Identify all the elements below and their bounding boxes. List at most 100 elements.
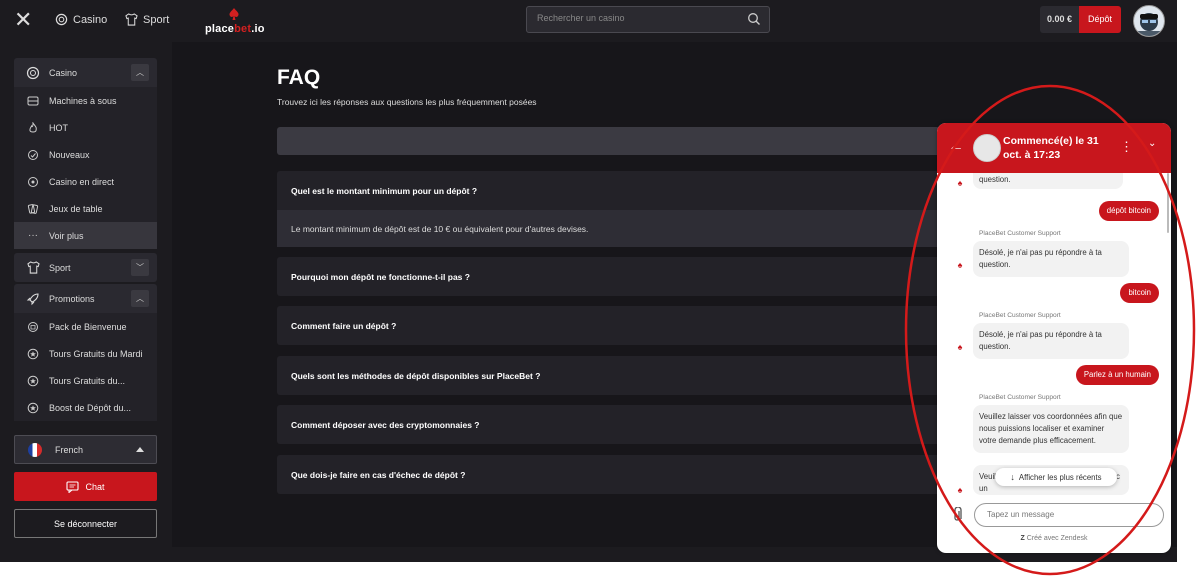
star-icon <box>26 347 40 361</box>
agent-message: question. <box>973 173 1123 189</box>
chevron-up-icon[interactable]: ︿ <box>131 290 149 307</box>
sidebar-item-table-games[interactable]: Jeux de table <box>14 195 157 222</box>
sidebar-item-label: Sport <box>49 262 71 273</box>
ellipsis-icon: ··· <box>28 230 38 241</box>
casino-chip-icon <box>26 66 40 80</box>
casino-chip-icon <box>55 13 68 26</box>
sidebar-item-label: Machines à sous <box>49 95 117 106</box>
user-message: Parlez à un humain <box>1075 365 1159 385</box>
sidebar-item-slots[interactable]: Machines à sous <box>14 87 157 114</box>
language-label: French <box>55 444 84 455</box>
placebet-spade-icon: ♠ <box>953 340 967 354</box>
star-icon <box>26 374 40 388</box>
sidebar-item-free-spins[interactable]: Tours Gratuits du... <box>14 367 157 394</box>
sidebar-item-sport[interactable]: Sport ﹀ <box>14 253 157 282</box>
caret-up-icon <box>136 447 144 452</box>
faq-answer: Le montant minimum de dépôt est de 10 € … <box>277 210 977 247</box>
live-casino-icon <box>26 175 40 189</box>
faq-question[interactable]: Comment faire un dépôt ? <box>277 306 977 345</box>
nav-casino-link[interactable]: Casino <box>55 13 107 26</box>
chat-scrollbar[interactable] <box>1167 173 1169 233</box>
chat-button-label: Chat <box>85 481 105 492</box>
agent-name-label: PlaceBet Customer Support <box>979 230 1061 237</box>
chat-button[interactable]: Chat <box>14 472 157 501</box>
nav-sport-link[interactable]: Sport <box>125 13 169 26</box>
sidebar-item-new[interactable]: Nouveaux <box>14 141 157 168</box>
chat-message-list[interactable]: question. ♠ dépôt bitcoin PlaceBet Custo… <box>937 173 1171 497</box>
page-title: FAQ <box>277 66 321 89</box>
avatar-icon <box>1137 13 1161 36</box>
rocket-icon <box>26 292 40 306</box>
casino-search-box[interactable] <box>526 6 770 33</box>
faq-question[interactable]: Quels sont les méthodes de dépôt disponi… <box>277 356 977 395</box>
user-message: bitcoin <box>1120 283 1159 303</box>
faq-question[interactable]: Quel est le montant minimum pour un dépô… <box>277 171 977 210</box>
slot-machine-icon <box>26 94 40 108</box>
more-options-icon[interactable]: ⋮ <box>1120 139 1133 155</box>
sidebar-item-promotions[interactable]: Promotions ︿ <box>14 284 157 313</box>
agent-name-label: PlaceBet Customer Support <box>979 312 1061 319</box>
sidebar-item-label: HOT <box>49 122 68 133</box>
page-subtitle: Trouvez ici les réponses aux questions l… <box>277 97 537 107</box>
star-icon <box>26 401 40 415</box>
chevron-up-icon[interactable]: ︿ <box>131 64 149 81</box>
gift-icon <box>26 320 40 334</box>
chat-message-input[interactable] <box>985 509 1154 520</box>
flame-icon <box>26 121 40 135</box>
faq-search-bar[interactable] <box>277 127 977 155</box>
sidebar-item-see-more[interactable]: ··· Voir plus <box>14 222 157 249</box>
sidebar-item-hot[interactable]: HOT <box>14 114 157 141</box>
sidebar-item-live-casino[interactable]: Casino en direct <box>14 168 157 195</box>
sidebar-item-label: Nouveaux <box>49 149 90 160</box>
top-bar: ✕ Casino Sport placebet.io 0.00 € Dépôt <box>0 0 1177 42</box>
sidebar-item-label: Pack de Bienvenue <box>49 321 127 332</box>
user-avatar[interactable] <box>1133 5 1165 37</box>
arrow-down-icon: ↓ <box>1010 472 1015 482</box>
jersey-icon <box>26 261 40 275</box>
faq-question[interactable]: Comment déposer avec des cryptomonnaies … <box>277 405 977 444</box>
faq-question[interactable]: Que dois-je faire en cas d'échec de dépô… <box>277 455 977 494</box>
paperclip-icon[interactable] <box>951 506 963 526</box>
chat-message-field[interactable] <box>974 503 1164 527</box>
sidebar-item-label: Voir plus <box>49 230 84 241</box>
sidebar-item-label: Tours Gratuits du... <box>49 375 126 386</box>
sidebar-item-casino[interactable]: Casino ︿ <box>14 58 157 87</box>
placebet-spade-icon: ♠ <box>953 258 967 272</box>
agent-message: Désolé, je n'ai pas pu répondre à ta que… <box>973 323 1129 359</box>
sidebar-menu-panel: Casino ︿ Machines à sous HOT Nouveaux Ca… <box>14 58 157 249</box>
chat-widget: ← Commencé(e) le 31 oct. à 17:23 ⋮ ⌄ que… <box>937 123 1171 553</box>
sidebar-item-deposit-boost[interactable]: Boost de Dépôt du... <box>14 394 157 421</box>
logout-button[interactable]: Se déconnecter <box>14 509 157 538</box>
zendesk-credit-label: Créé avec Zendesk <box>1026 535 1088 542</box>
deposit-button[interactable]: Dépôt <box>1079 6 1121 33</box>
sidebar-item-label: Casino <box>49 67 78 78</box>
user-message: dépôt bitcoin <box>1098 201 1159 221</box>
sidebar-sport-panel: Sport ﹀ <box>14 253 157 282</box>
sidebar-item-label: Promotions <box>49 293 95 304</box>
minimize-icon[interactable]: ⌄ <box>1148 138 1156 149</box>
close-menu-icon[interactable]: ✕ <box>14 9 34 31</box>
sidebar-item-welcome-pack[interactable]: Pack de Bienvenue <box>14 313 157 340</box>
cards-icon <box>26 202 40 216</box>
zendesk-credit[interactable]: Z Créé avec Zendesk <box>937 535 1171 542</box>
search-icon[interactable] <box>747 12 761 26</box>
back-arrow-icon[interactable]: ← <box>948 138 964 156</box>
jersey-icon <box>125 13 138 26</box>
language-select[interactable]: French <box>14 435 157 464</box>
chat-bubble-icon <box>66 480 80 493</box>
sidebar-item-label: Tours Gratuits du Mardi <box>49 348 143 359</box>
sidebar-item-label: Jeux de table <box>49 203 103 214</box>
casino-search-input[interactable] <box>535 12 739 24</box>
placebet-logo[interactable]: placebet.io <box>205 8 265 35</box>
balance-display: 0.00 € <box>1040 6 1079 33</box>
sidebar-item-label: Boost de Dépôt du... <box>49 402 132 413</box>
sidebar-item-tuesday-spins[interactable]: Tours Gratuits du Mardi <box>14 340 157 367</box>
show-recent-button[interactable]: ↓ Afficher les plus récents <box>995 468 1117 486</box>
zendesk-logo-icon: Z <box>1020 535 1025 542</box>
agent-avatar <box>973 134 1001 162</box>
agent-name-label: PlaceBet Customer Support <box>979 394 1061 401</box>
chevron-down-icon[interactable]: ﹀ <box>131 259 149 276</box>
faq-question[interactable]: Pourquoi mon dépôt ne fonctionne-t-il pa… <box>277 257 977 296</box>
chat-header-title: Commencé(e) le 31 oct. à 17:23 <box>1003 135 1099 161</box>
agent-message: Veuillez laisser vos coordonnées afin qu… <box>973 405 1129 453</box>
